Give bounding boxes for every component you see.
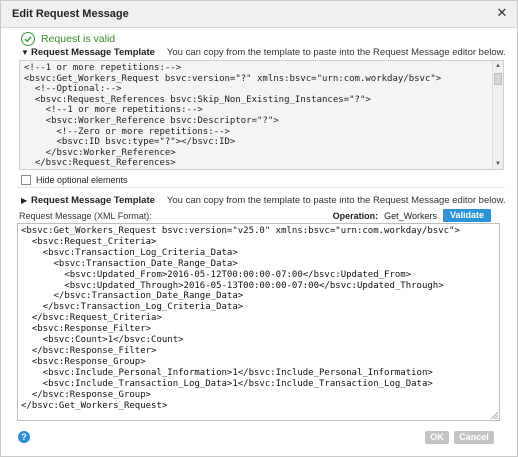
code-line: </bsvc:Transaction_Date_Range_Data>: [21, 291, 244, 302]
template-xml-box[interactable]: <!--1 or more repetitions:--> <bsvc:Get_W…: [19, 60, 504, 170]
template-section-title: Request Message Template: [31, 46, 155, 58]
code-line: <bsvc:Response_Group>: [21, 356, 146, 367]
code-line: <bsvc:Transaction_Log_Criteria_Data>: [21, 247, 238, 258]
dialog-titlebar: Edit Request Message ✕: [1, 1, 517, 28]
operation-value: Get_Workers: [384, 210, 437, 221]
validate-button[interactable]: Validate: [442, 209, 491, 222]
operation-label: Operation:: [332, 210, 379, 221]
caret-right-icon[interactable]: ▶: [21, 196, 31, 205]
code-line: </bsvc:Response_Group>: [21, 389, 152, 400]
template-scrollbar[interactable]: ▲ ▼: [492, 61, 503, 169]
code-line: <!--1 or more repetitions:-->: [24, 63, 182, 73]
dialog-title: Edit Request Message: [12, 8, 129, 20]
request-message-xml-text[interactable]: <bsvc:Get_Workers_Request bsvc:version="…: [21, 226, 460, 411]
collapsed-section-title: Request Message Template: [31, 194, 155, 206]
code-line: </bsvc:Request_References>: [24, 158, 176, 169]
code-line: <bsvc:Response_Filter>: [21, 324, 152, 335]
code-line: <bsvc:Updated_From>2016-05-12T00:00:00-0…: [21, 269, 412, 280]
close-icon[interactable]: ✕: [495, 6, 509, 20]
code-line: <bsvc:Request_Criteria>: [21, 236, 157, 247]
request-message-label: Request Message (XML Format):: [19, 211, 152, 221]
caret-down-icon[interactable]: ▼: [21, 48, 31, 57]
scrollbar-thumb[interactable]: [494, 73, 502, 85]
collapsed-section-hint: You can copy from the template to paste …: [166, 194, 506, 206]
template-xml-text: <!--1 or more repetitions:--> <bsvc:Get_W…: [24, 63, 441, 169]
code-line: <!--Zero or more repetitions:-->: [24, 126, 230, 137]
section-divider: [17, 187, 505, 188]
code-line: </bsvc:Response_Filter>: [21, 345, 157, 356]
scroll-down-icon[interactable]: ▼: [493, 159, 503, 169]
code-line: <bsvc:Worker_Reference bsvc:Descriptor="…: [24, 115, 279, 126]
operation-row: Operation: Get_Workers Validate: [333, 209, 491, 222]
code-line: </bsvc:Get_Workers_Request>: [21, 400, 168, 411]
code-line: </bsvc:Transaction_Log_Criteria_Data>: [21, 302, 244, 313]
code-line: <!--1 or more repetitions:-->: [24, 105, 203, 116]
code-line: <bsvc:Updated_Through>2016-05-13T00:00:0…: [21, 280, 444, 291]
collapsed-template-section-header[interactable]: ▶ Request Message Template You can copy …: [21, 193, 506, 207]
code-line: <bsvc:Get_Workers_Request bsvc:version="…: [21, 226, 460, 236]
code-line: <bsvc:Get_Workers_Request bsvc:version="…: [24, 73, 442, 84]
template-section-hint: You can copy from the template to paste …: [166, 46, 506, 58]
hide-optional-label: Hide optional elements: [36, 175, 128, 185]
code-line: <bsvc:Transaction_Date_Range_Data>: [21, 258, 238, 269]
code-line: </bsvc:Request_Criteria>: [21, 313, 162, 324]
resize-grip-icon[interactable]: [490, 411, 498, 419]
code-line: <bsvc:ID bsvc:type="?"></bsvc:ID>: [24, 137, 236, 148]
code-line: <bsvc:Count>1</bsvc:Count>: [21, 335, 184, 346]
ok-button[interactable]: OK: [425, 431, 449, 444]
code-line: </bsvc:Worker_Reference>: [24, 147, 176, 158]
cancel-button[interactable]: Cancel: [454, 431, 494, 444]
check-circle-icon: [21, 32, 35, 46]
code-line: <!--Optional:-->: [24, 84, 122, 95]
hide-optional-elements[interactable]: Hide optional elements: [21, 175, 128, 185]
help-icon[interactable]: ?: [18, 431, 30, 443]
code-line: <bsvc:Request_References bsvc:Skip_Non_E…: [24, 94, 371, 105]
code-line: <bsvc:Include_Personal_Information>1</bs…: [21, 367, 433, 378]
code-line: <bsvc:Include_Transaction_Log_Data>1</bs…: [21, 378, 433, 389]
hide-optional-checkbox[interactable]: [21, 175, 31, 185]
validation-status-text: Request is valid: [41, 33, 116, 45]
edit-request-message-dialog: Edit Request Message ✕ Request is valid …: [0, 0, 518, 457]
template-section-header[interactable]: ▼ Request Message Template You can copy …: [21, 45, 506, 59]
scroll-up-icon[interactable]: ▲: [493, 61, 503, 71]
request-message-editor[interactable]: <bsvc:Get_Workers_Request bsvc:version="…: [17, 223, 500, 421]
